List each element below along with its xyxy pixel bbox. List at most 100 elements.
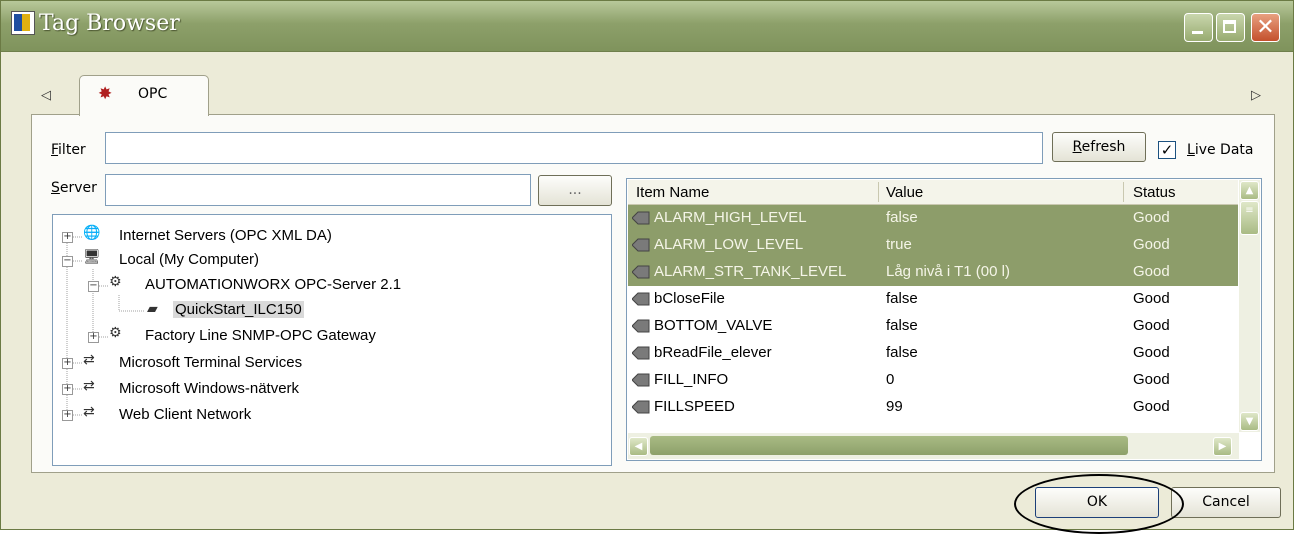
- tree-item-ms-windows-network[interactable]: Microsoft Windows-nätverk: [119, 380, 299, 397]
- tree-item-local-computer[interactable]: Local (My Computer): [119, 251, 259, 268]
- minimize-button[interactable]: [1184, 13, 1213, 42]
- filter-label: Filter: [51, 142, 86, 158]
- window-title: Tag Browser: [39, 11, 180, 36]
- scroll-up-icon[interactable]: ▲: [1240, 181, 1259, 200]
- tree-item-ms-terminal-services[interactable]: Microsoft Terminal Services: [119, 354, 302, 371]
- tree-item-quickstart-label: QuickStart_ILC150: [173, 301, 304, 318]
- opc-network-icon: ✸: [98, 84, 113, 104]
- scroll-thumb[interactable]: [650, 436, 1128, 455]
- refresh-button[interactable]: Refresh: [1052, 132, 1146, 162]
- column-header-item-name[interactable]: Item Name: [636, 184, 709, 201]
- scroll-down-icon[interactable]: ▼: [1240, 412, 1259, 431]
- cell-value: true: [886, 236, 912, 253]
- cell-status: Good: [1133, 371, 1170, 388]
- cell-value: 0: [886, 371, 895, 388]
- cell-status: Good: [1133, 236, 1170, 253]
- tree-item-automationworx-server[interactable]: AUTOMATIONWORX OPC-Server 2.1: [145, 276, 401, 293]
- tag-icon: [632, 238, 650, 252]
- cell-value: false: [886, 209, 918, 226]
- column-header-value[interactable]: Value: [886, 184, 923, 201]
- table-row[interactable]: FILL_INFO 0 Good: [628, 367, 1238, 394]
- server-input[interactable]: [105, 174, 531, 206]
- gears-icon: ⚙: [109, 325, 122, 341]
- column-divider[interactable]: [878, 182, 879, 202]
- cell-item-name: bCloseFile: [654, 290, 725, 307]
- tag-icon: [632, 400, 650, 414]
- table-row[interactable]: ALARM_LOW_LEVEL true Good: [628, 232, 1238, 259]
- cell-status: Good: [1133, 344, 1170, 361]
- computer-icon: 🖥: [83, 249, 101, 265]
- server-tree[interactable]: + 🌐 Internet Servers (OPC XML DA) − 🖥 Lo…: [52, 214, 612, 466]
- cell-item-name: BOTTOM_VALVE: [654, 317, 773, 334]
- cell-status: Good: [1133, 290, 1170, 307]
- scroll-right-icon[interactable]: ▶: [1213, 437, 1232, 456]
- column-divider[interactable]: [1123, 182, 1124, 202]
- cell-value: false: [886, 344, 918, 361]
- scroll-left-icon[interactable]: ◀: [629, 437, 648, 456]
- tree-expander[interactable]: −: [62, 256, 73, 267]
- tab-scroll-right-icon[interactable]: ▷: [1251, 88, 1261, 103]
- table-row[interactable]: ALARM_HIGH_LEVEL false Good: [628, 205, 1238, 232]
- cell-item-name: ALARM_STR_TANK_LEVEL: [654, 263, 847, 280]
- tree-expander[interactable]: −: [88, 281, 99, 292]
- grid-horizontal-scrollbar[interactable]: ◀ ▶: [628, 433, 1239, 459]
- tag-icon: [632, 346, 650, 360]
- server-label: Server: [51, 180, 97, 196]
- scroll-thumb[interactable]: ≡: [1240, 201, 1259, 235]
- cell-value: false: [886, 317, 918, 334]
- tab-label: OPC: [138, 86, 168, 102]
- globe-server-icon: 🌐: [83, 225, 101, 241]
- tag-icon: [632, 265, 650, 279]
- column-header-status[interactable]: Status: [1133, 184, 1176, 201]
- table-row[interactable]: BOTTOM_VALVE false Good: [628, 313, 1238, 340]
- cancel-button[interactable]: Cancel: [1171, 487, 1281, 518]
- table-row[interactable]: FILLSPEED 99 Good: [628, 394, 1238, 421]
- tree-expander[interactable]: +: [88, 332, 99, 343]
- network-arrows-icon: ⇄: [83, 378, 95, 394]
- grid-vertical-scrollbar[interactable]: ▲ ≡ ▼: [1239, 180, 1260, 432]
- cell-value: false: [886, 290, 918, 307]
- cell-item-name: FILLSPEED: [654, 398, 735, 415]
- cell-value: Låg nivå i T1 (00 l): [886, 263, 1010, 280]
- minimize-icon: [1192, 31, 1203, 34]
- tree-item-internet-servers[interactable]: Internet Servers (OPC XML DA): [119, 227, 332, 244]
- cell-status: Good: [1133, 209, 1170, 226]
- cell-item-name: ALARM_HIGH_LEVEL: [654, 209, 807, 226]
- live-data-label: Live Data: [1187, 142, 1254, 158]
- tag-icon: [632, 319, 650, 333]
- tag-browser-window: Tag Browser ✕ ◁ ▷ ✸ OPC Filter Refresh ✓…: [0, 0, 1294, 534]
- cell-item-name: ALARM_LOW_LEVEL: [654, 236, 804, 253]
- tree-expander[interactable]: +: [62, 232, 73, 243]
- cell-item-name: bReadFile_elever: [654, 344, 772, 361]
- tab-opc[interactable]: ✸ OPC: [79, 75, 209, 116]
- ok-highlight-circle: [1014, 474, 1184, 534]
- maximize-button[interactable]: [1216, 13, 1245, 42]
- cell-status: Good: [1133, 398, 1170, 415]
- tree-item-quickstart[interactable]: QuickStart_ILC150: [173, 301, 304, 318]
- tab-scroll-left-icon[interactable]: ◁: [41, 88, 51, 103]
- server-browse-button[interactable]: ...: [538, 175, 612, 206]
- items-grid[interactable]: Item Name Value Status ALARM_HIGH_LEVEL …: [626, 178, 1262, 461]
- title-bar[interactable]: Tag Browser ✕: [1, 1, 1293, 52]
- cell-status: Good: [1133, 317, 1170, 334]
- live-data-checkbox[interactable]: ✓: [1158, 141, 1176, 159]
- maximize-icon: [1223, 20, 1236, 33]
- close-button[interactable]: ✕: [1251, 13, 1280, 42]
- table-row[interactable]: bCloseFile false Good: [628, 286, 1238, 313]
- tree-item-web-client-network[interactable]: Web Client Network: [119, 406, 251, 423]
- close-icon: ✕: [1256, 15, 1275, 40]
- table-row[interactable]: ALARM_STR_TANK_LEVEL Låg nivå i T1 (00 l…: [628, 259, 1238, 286]
- tree-expander[interactable]: +: [62, 384, 73, 395]
- tree-expander[interactable]: +: [62, 358, 73, 369]
- cell-item-name: FILL_INFO: [654, 371, 729, 388]
- table-row[interactable]: bReadFile_elever false Good: [628, 340, 1238, 367]
- tree-item-factory-line[interactable]: Factory Line SNMP-OPC Gateway: [145, 327, 376, 344]
- gears-icon: ⚙: [109, 274, 122, 290]
- project-icon: ▰: [147, 301, 158, 317]
- filter-input[interactable]: [105, 132, 1043, 164]
- grid-header: Item Name Value Status: [628, 180, 1238, 205]
- network-arrows-icon: ⇄: [83, 352, 95, 368]
- tag-icon: [632, 211, 650, 225]
- network-arrows-icon: ⇄: [83, 404, 95, 420]
- tree-expander[interactable]: +: [62, 410, 73, 421]
